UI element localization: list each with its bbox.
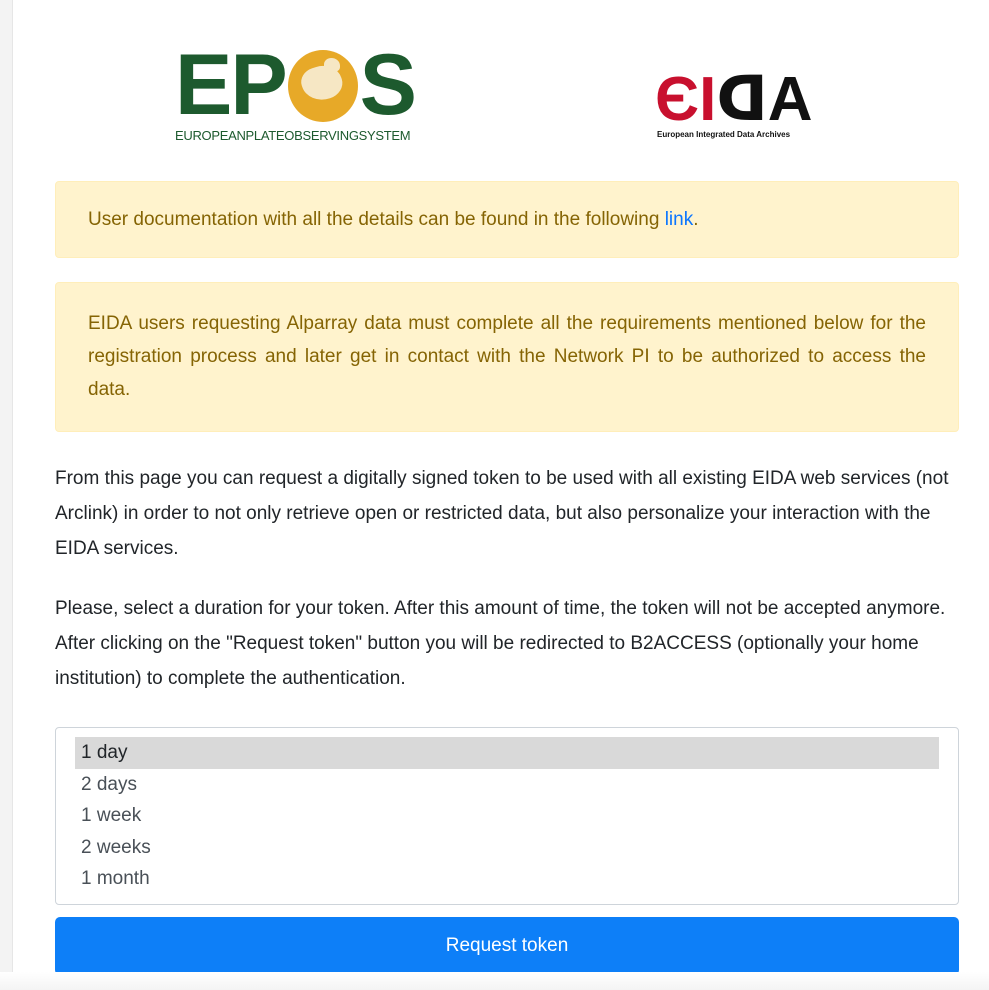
request-token-button[interactable]: Request token [55, 917, 959, 975]
epos-logo: EP S EUROPEANPLATEOBSERVINGSYSTEM [175, 37, 417, 152]
intro-paragraph: From this page you can request a digital… [55, 468, 949, 559]
epos-tagline: EUROPEANPLATEOBSERVINGSYSTEM [175, 128, 411, 143]
duration-paragraph: Please, select a duration for your token… [55, 598, 946, 689]
eida-letters-black: ᗡA [716, 65, 813, 134]
eida-logo: ЄI ᗡA European Integrated Data Archives [655, 65, 845, 142]
documentation-alert-period: . [693, 209, 699, 230]
duration-option-1-month[interactable]: 1 month [75, 863, 939, 895]
duration-option-2-weeks[interactable]: 2 weeks [75, 832, 939, 864]
alparray-alert: EIDA users requesting Alparray data must… [55, 282, 959, 432]
bottom-edge [0, 972, 989, 990]
duration-option-2-days[interactable]: 2 days [75, 769, 939, 801]
documentation-alert-text: User documentation with all the details … [88, 209, 665, 230]
eida-tagline: European Integrated Data Archives [657, 130, 791, 139]
logo-header: EP S EUROPEANPLATEOBSERVINGSYSTEM ЄI ᗡA … [55, 0, 959, 172]
documentation-link[interactable]: link [665, 209, 694, 230]
epos-letters-right: S [359, 37, 417, 133]
duration-option-1-day[interactable]: 1 day [75, 737, 939, 769]
left-border-strip [0, 0, 13, 990]
eida-letters-red: ЄI [655, 65, 717, 134]
duration-option-1-week[interactable]: 1 week [75, 800, 939, 832]
globe-icon [287, 50, 358, 122]
epos-letters-left: EP [175, 37, 288, 133]
token-request-panel: EP S EUROPEANPLATEOBSERVINGSYSTEM ЄI ᗡA … [55, 0, 959, 975]
token-duration-select[interactable]: 1 day 2 days 1 week 2 weeks 1 month [55, 727, 959, 905]
documentation-alert: User documentation with all the details … [55, 181, 959, 258]
